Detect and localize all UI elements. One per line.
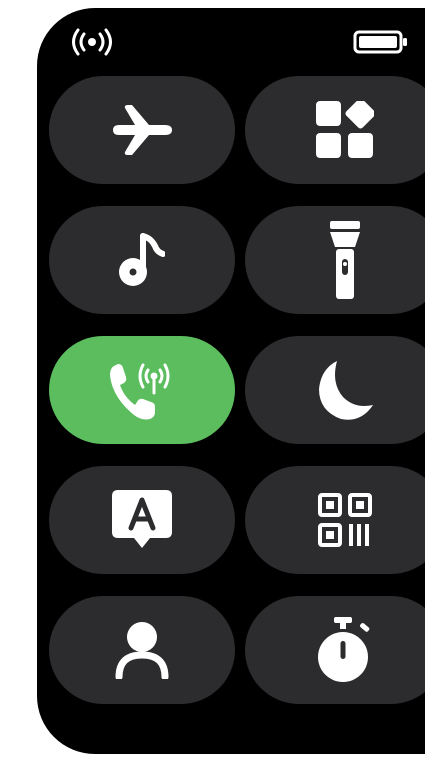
airplane-mode-toggle[interactable] [49, 76, 235, 184]
music-note-icon [119, 233, 165, 286]
stopwatch-icon [318, 617, 370, 682]
apps-grid-icon [316, 101, 374, 158]
music-button[interactable] [49, 206, 235, 314]
phone-calling-toggle[interactable] [49, 336, 235, 444]
apps-button[interactable] [245, 76, 425, 184]
stopwatch-button[interactable] [245, 596, 425, 704]
person-icon [115, 622, 169, 679]
letter-a-bubble-icon [112, 490, 172, 548]
qr-code-icon [318, 493, 372, 547]
battery-full-icon [353, 30, 407, 54]
profile-button[interactable] [49, 596, 235, 704]
do-not-disturb-toggle[interactable] [245, 336, 425, 444]
moon-icon [319, 361, 373, 420]
auto-language-button[interactable] [49, 466, 235, 574]
flashlight-toggle[interactable] [245, 206, 425, 314]
qr-code-button[interactable] [245, 466, 425, 574]
airplane-icon [113, 105, 172, 155]
phone-broadcast-icon [110, 363, 170, 420]
broadcast-signal-icon [72, 28, 112, 56]
watch-screen [37, 8, 425, 754]
flashlight-icon [330, 221, 360, 299]
status-bar [37, 8, 425, 78]
